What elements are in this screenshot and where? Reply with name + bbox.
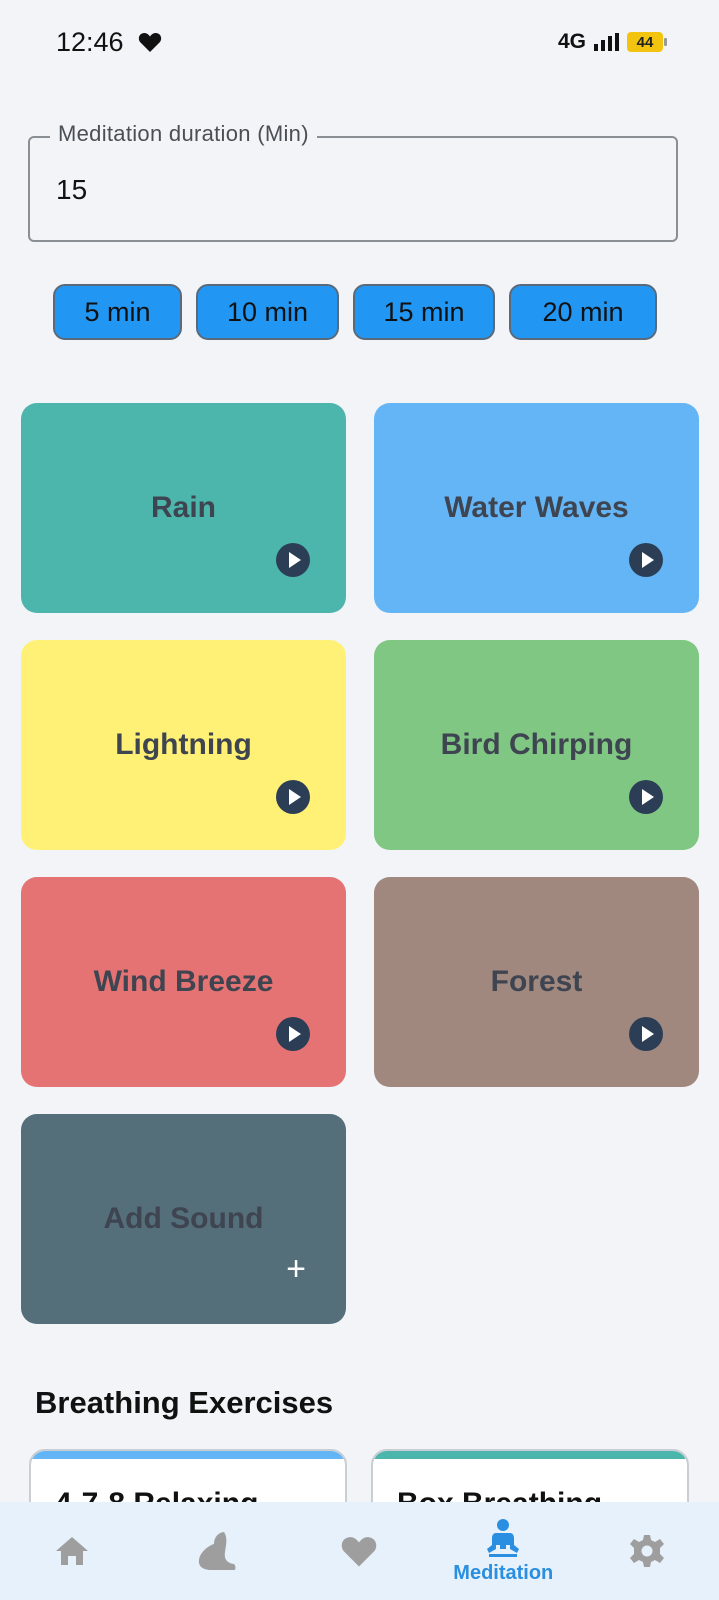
battery-icon: 44 bbox=[627, 32, 667, 52]
bottom-nav: Meditation bbox=[0, 1502, 719, 1600]
sound-label: Water Waves bbox=[444, 491, 629, 524]
exercise-stripe bbox=[31, 1451, 345, 1459]
preset-row: 5 min 10 min 15 min 20 min bbox=[53, 284, 657, 340]
sound-label: Wind Breeze bbox=[93, 965, 274, 998]
heart-status-icon bbox=[138, 32, 161, 52]
network-type: 4G bbox=[557, 30, 586, 53]
sound-card-bird-chirping[interactable]: Bird Chirping bbox=[374, 640, 699, 850]
battery-level: 44 bbox=[636, 33, 654, 51]
play-icon[interactable] bbox=[629, 1017, 663, 1051]
sound-card-rain[interactable]: Rain bbox=[21, 403, 346, 613]
sound-card-wind-breeze[interactable]: Wind Breeze bbox=[21, 877, 346, 1087]
sound-card-water-waves[interactable]: Water Waves bbox=[374, 403, 699, 613]
play-icon[interactable] bbox=[276, 1017, 310, 1051]
sound-card-forest[interactable]: Forest bbox=[374, 877, 699, 1087]
sound-label: Bird Chirping bbox=[440, 728, 633, 761]
nav-meditation[interactable]: Meditation bbox=[433, 1502, 573, 1600]
exercise-stripe bbox=[373, 1451, 687, 1459]
add-sound-card[interactable]: Add Sound + bbox=[21, 1114, 346, 1324]
breathing-section-title: Breathing Exercises bbox=[35, 1385, 334, 1420]
play-icon[interactable] bbox=[629, 543, 663, 577]
meditation-icon bbox=[487, 1518, 520, 1557]
status-bar: 12:46 4G 44 bbox=[0, 0, 719, 84]
duration-field[interactable]: Meditation duration (Min) 15 bbox=[28, 121, 678, 242]
plus-icon[interactable]: + bbox=[286, 1252, 306, 1286]
nav-sleep[interactable] bbox=[146, 1502, 286, 1600]
duration-input[interactable]: 15 bbox=[56, 174, 87, 206]
heart-icon bbox=[342, 1537, 377, 1567]
status-time: 12:46 bbox=[56, 26, 124, 57]
play-icon[interactable] bbox=[276, 780, 310, 814]
home-icon bbox=[55, 1537, 88, 1565]
preset-5-min-button[interactable]: 5 min bbox=[53, 284, 182, 340]
sound-card-lightning[interactable]: Lightning bbox=[21, 640, 346, 850]
status-right: 4G 44 bbox=[557, 30, 667, 54]
sleep-icon bbox=[198, 1532, 236, 1570]
nav-favorites[interactable] bbox=[289, 1502, 429, 1600]
nav-settings[interactable] bbox=[577, 1502, 717, 1600]
sound-label: Rain bbox=[150, 491, 216, 524]
sound-label: Forest bbox=[490, 965, 583, 998]
preset-15-min-button[interactable]: 15 min bbox=[353, 284, 495, 340]
settings-icon bbox=[630, 1535, 665, 1567]
sound-label: Lightning bbox=[115, 728, 252, 761]
play-icon[interactable] bbox=[276, 543, 310, 577]
add-sound-label: Add Sound bbox=[103, 1202, 264, 1235]
nav-meditation-label: Meditation bbox=[453, 1561, 554, 1584]
signal-icon bbox=[594, 33, 619, 51]
preset-10-min-button[interactable]: 10 min bbox=[196, 284, 339, 340]
play-icon[interactable] bbox=[629, 780, 663, 814]
preset-20-min-button[interactable]: 20 min bbox=[509, 284, 657, 340]
duration-label: Meditation duration (Min) bbox=[50, 121, 317, 147]
status-left: 12:46 bbox=[56, 27, 162, 58]
nav-home[interactable] bbox=[2, 1502, 142, 1600]
